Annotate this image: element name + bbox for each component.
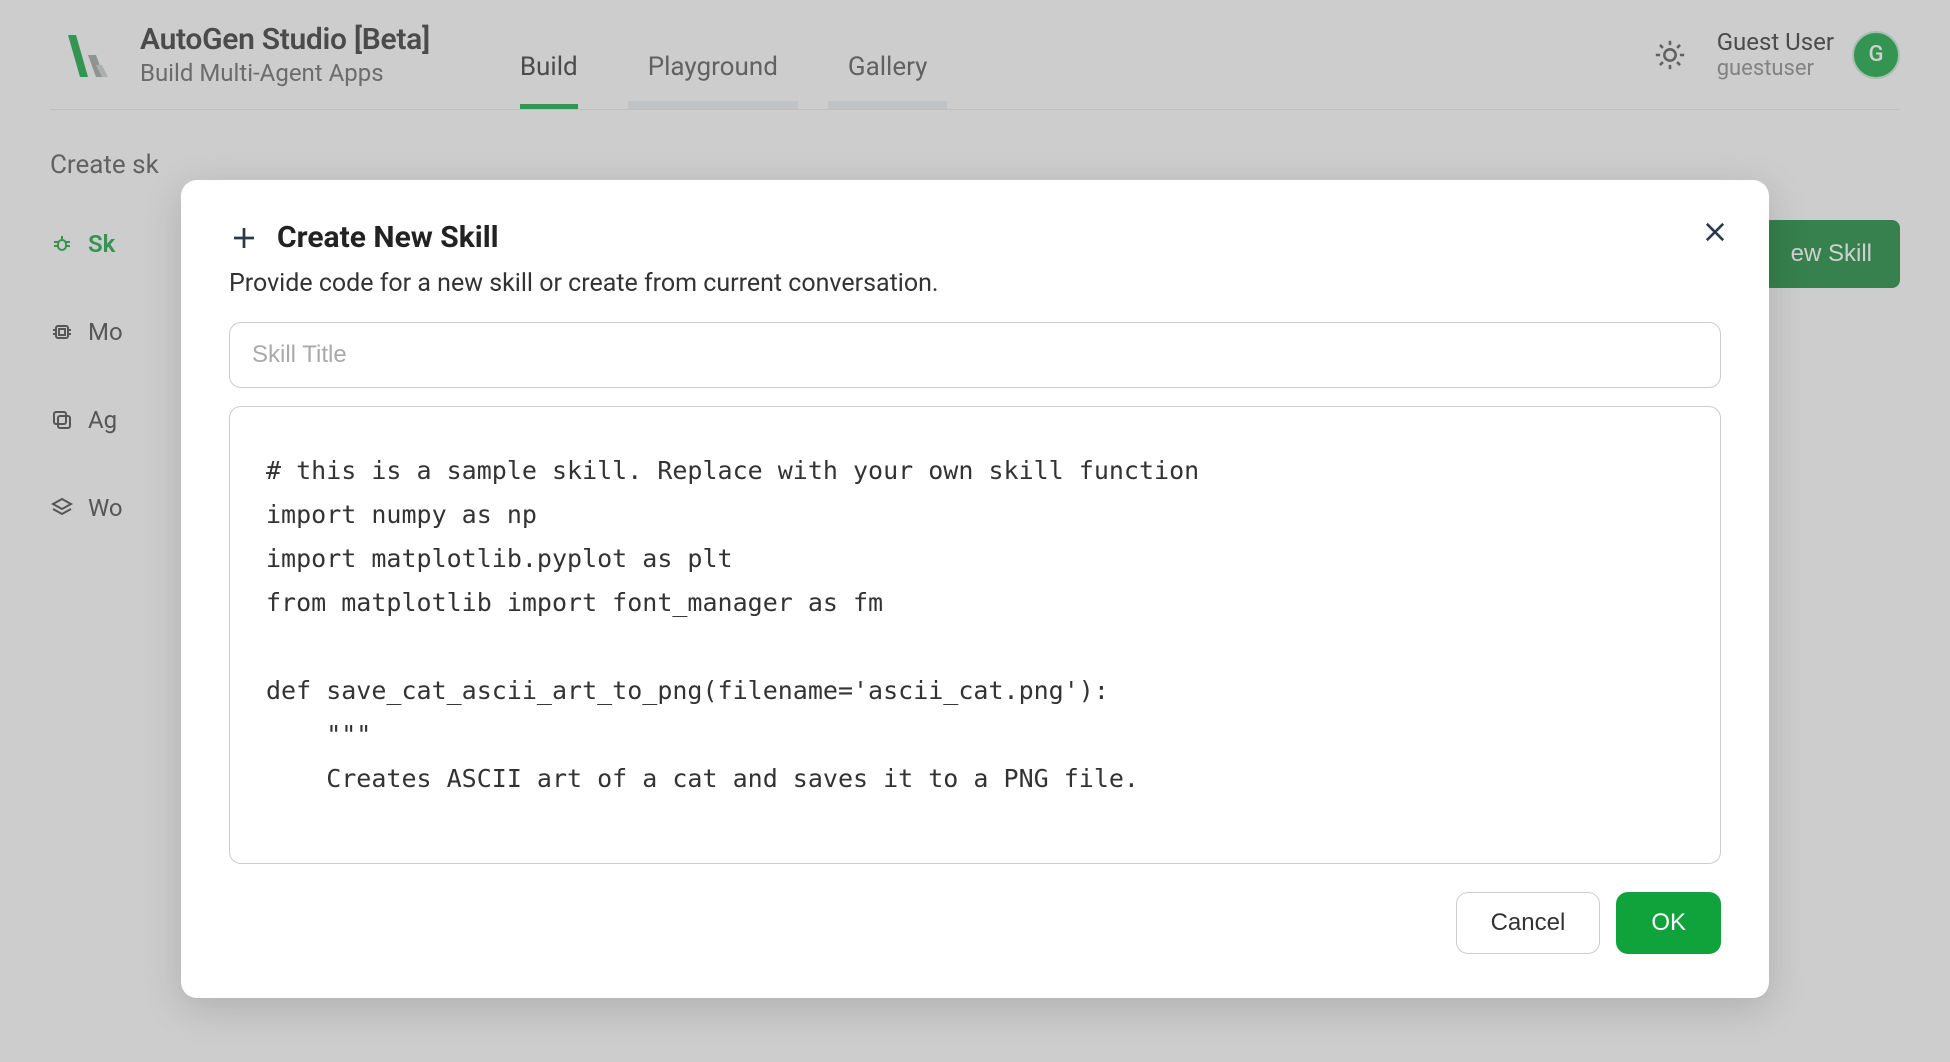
- skill-title-input[interactable]: [229, 322, 1721, 388]
- modal-title: Create New Skill: [277, 220, 499, 255]
- ok-button[interactable]: OK: [1616, 892, 1721, 954]
- skill-code-textarea[interactable]: [229, 406, 1721, 864]
- modal-description: Provide code for a new skill or create f…: [229, 269, 1721, 298]
- modal-overlay[interactable]: Create New Skill Provide code for a new …: [0, 0, 1950, 1062]
- cancel-button[interactable]: Cancel: [1456, 892, 1601, 954]
- plus-icon: [229, 223, 259, 253]
- close-icon[interactable]: [1701, 218, 1729, 246]
- create-skill-modal: Create New Skill Provide code for a new …: [181, 180, 1769, 998]
